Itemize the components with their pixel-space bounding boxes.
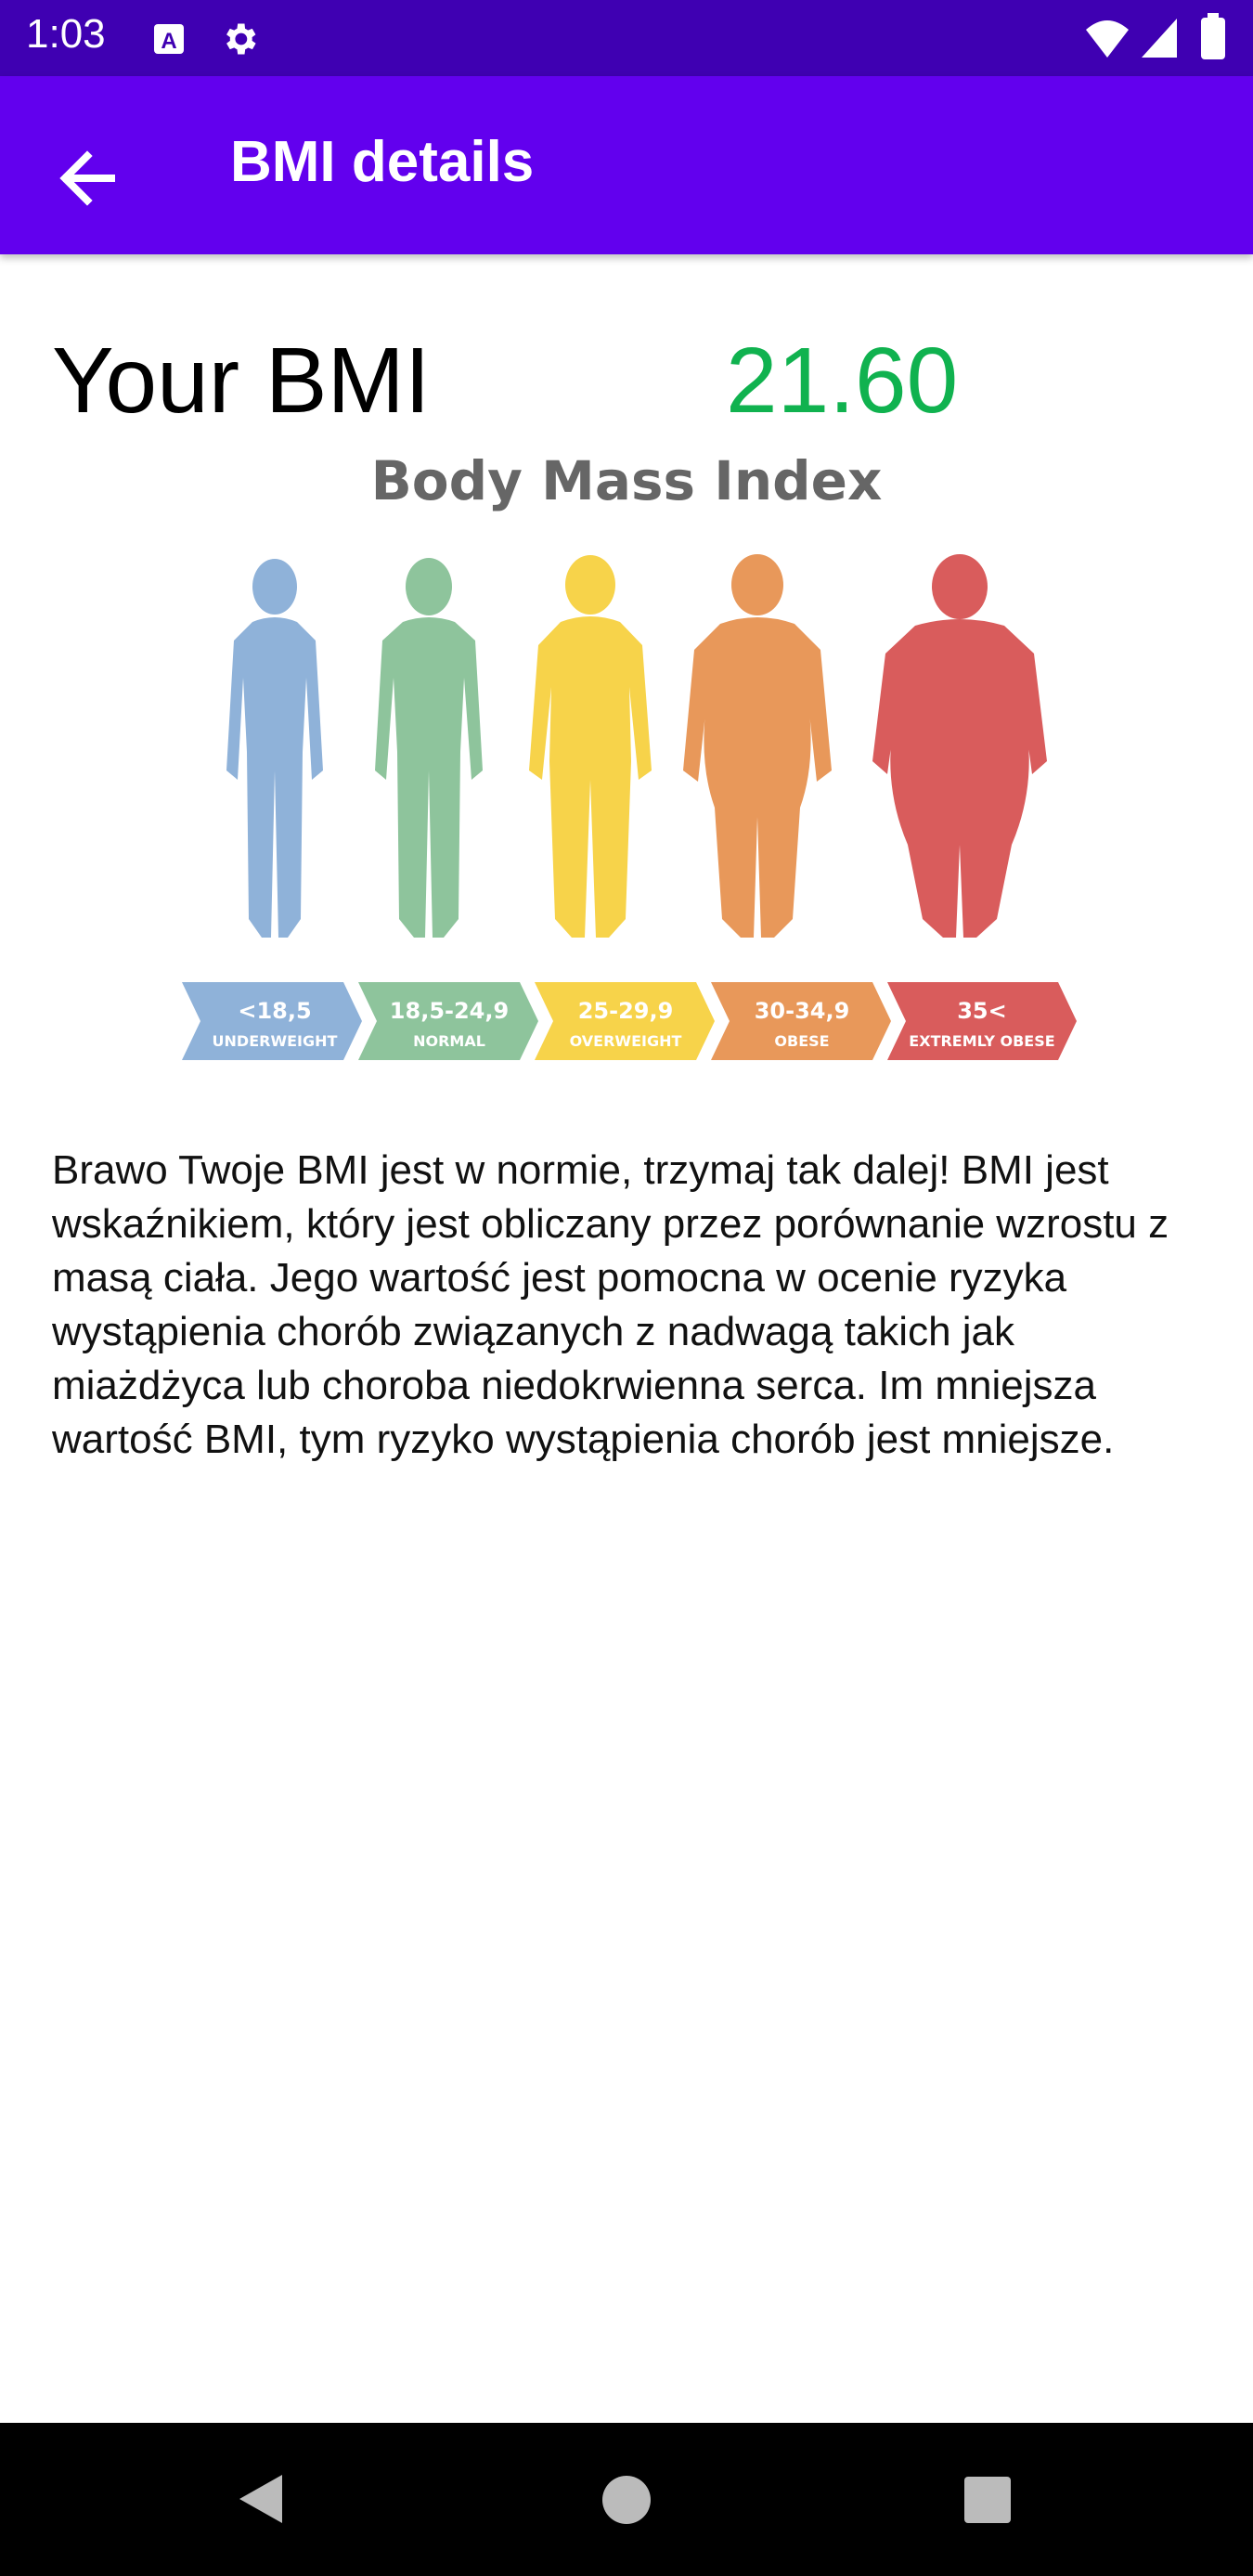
battery-icon	[1201, 13, 1225, 59]
overweight-label: OVERWEIGHT	[570, 1032, 682, 1050]
obese-range: 30-34,9	[755, 998, 850, 1024]
back-triangle-icon[interactable]	[234, 2471, 290, 2527]
wifi-icon	[1086, 20, 1129, 58]
a-letter-icon: A	[154, 24, 184, 54]
normal-figure	[375, 558, 483, 938]
recents-square-icon[interactable]	[963, 2476, 1012, 2524]
extremely-obese-label: EXTREMLY OBESE	[909, 1032, 1054, 1050]
app-bar: BMI details	[0, 76, 1253, 254]
status-bar: 1:03 A	[0, 0, 1253, 76]
navigation-bar	[0, 2423, 1253, 2576]
obese-figure	[683, 554, 832, 938]
bmi-label: Your BMI	[52, 329, 431, 433]
page-title: BMI details	[230, 130, 535, 194]
underweight-figure	[226, 559, 323, 938]
bmi-value: 21.60	[726, 329, 959, 433]
underweight-range: <18,5	[238, 998, 311, 1024]
gear-icon	[226, 23, 256, 55]
normal-label: NORMAL	[413, 1032, 485, 1050]
home-circle-icon[interactable]	[601, 2474, 652, 2526]
arrow-left-icon[interactable]	[46, 134, 136, 223]
overweight-range: 25-29,9	[578, 998, 674, 1024]
overweight-figure	[529, 555, 652, 938]
signal-icon	[1142, 19, 1177, 58]
bmi-description: Brawo Twoje BMI jest w normie, trzymaj t…	[52, 1147, 1169, 1462]
bmi-infographic: Body Mass Index <18,5 UNDERWEIGHT 18,5-2…	[182, 455, 1077, 1060]
status-time: 1:03	[26, 11, 106, 57]
infographic-title: Body Mass Index	[371, 455, 883, 512]
obese-label: OBESE	[774, 1032, 829, 1050]
normal-range: 18,5-24,9	[390, 998, 509, 1024]
extremely-obese-figure	[872, 554, 1047, 938]
underweight-label: UNDERWEIGHT	[213, 1032, 338, 1050]
svg-text:A: A	[161, 29, 176, 54]
extremely-obese-range: 35<	[957, 998, 1007, 1024]
